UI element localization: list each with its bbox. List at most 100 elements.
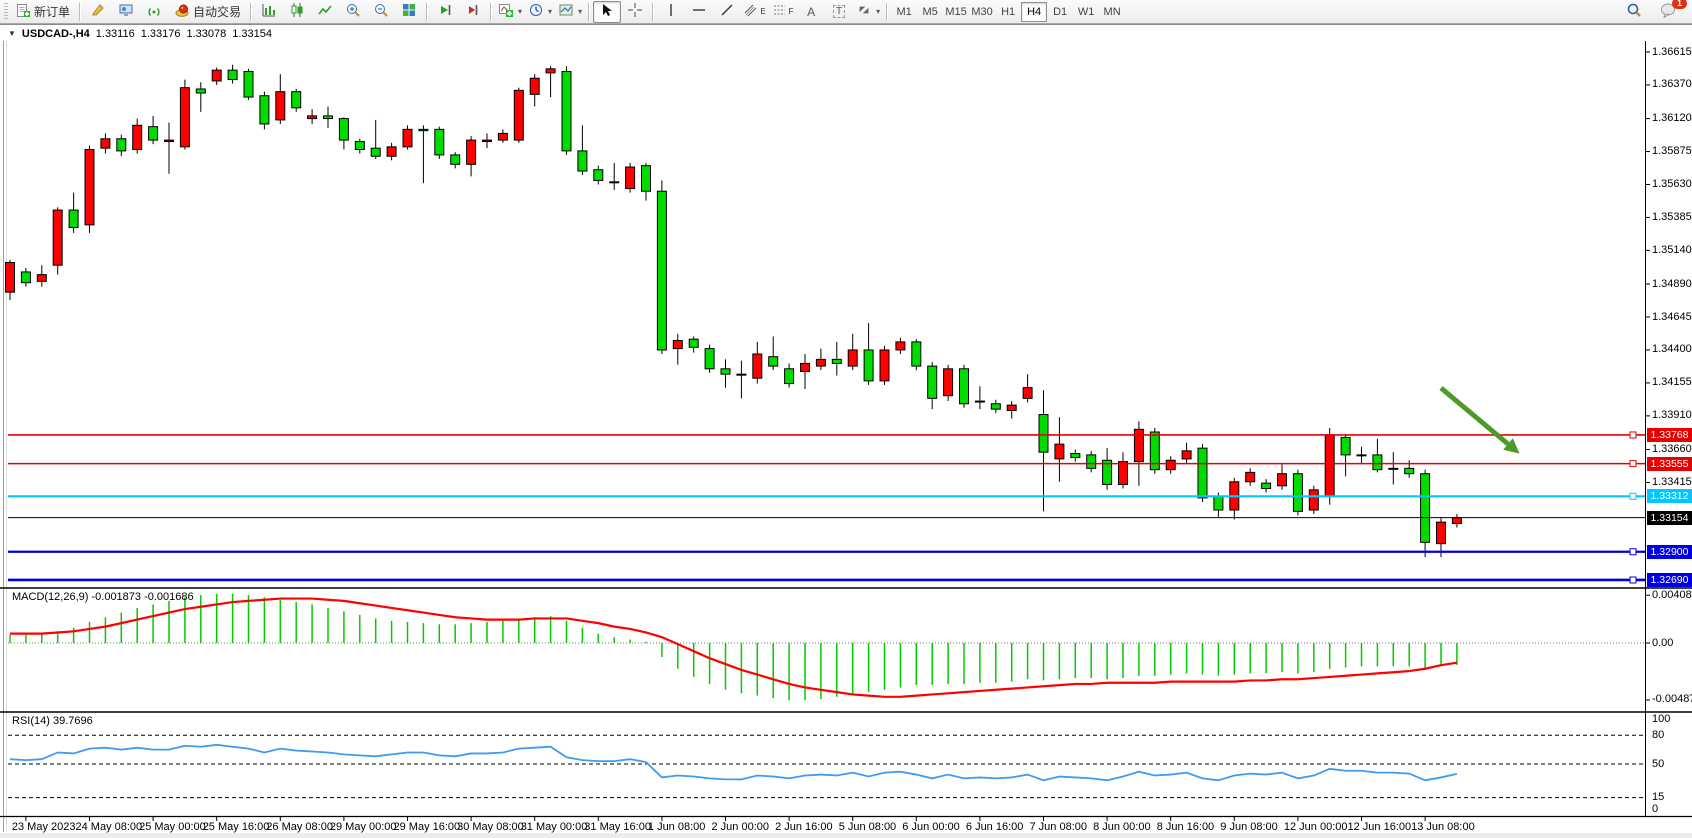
notification-badge: 1 <box>1672 0 1687 9</box>
cursor-button[interactable] <box>593 1 621 23</box>
chart-open-value: 1.33116 <box>96 28 135 40</box>
date-axis-label: 6 Jun 16:00 <box>966 821 1024 834</box>
notifications-button[interactable]: 1 <box>1654 1 1682 23</box>
channel-icon <box>744 3 757 20</box>
text-label-button[interactable]: T <box>825 1 853 23</box>
trendline-icon <box>719 2 735 21</box>
cursor-icon <box>599 2 615 21</box>
chart-high-value: 1.33176 <box>141 28 181 40</box>
chevron-down-icon: ▾ <box>548 7 552 16</box>
date-axis-label: 7 Jun 08:00 <box>1030 821 1088 834</box>
price-level-badge: 1.33768 <box>1647 428 1692 442</box>
toolbar-separator <box>588 3 590 21</box>
price-level-badge: 1.33555 <box>1647 457 1692 471</box>
price-axis-label: 1.36120 <box>1652 112 1692 125</box>
text-label-icon: T <box>833 5 845 18</box>
auto-trading-icon <box>174 2 190 21</box>
toolbar-separator <box>79 3 81 21</box>
macd-main-value: -0.001873 <box>91 591 141 603</box>
main-toolbar: 新订单 自动交易 <box>0 0 1692 24</box>
periods-button[interactable]: ▾ <box>525 1 555 23</box>
chart-low-value: 1.33078 <box>186 28 226 40</box>
timeframe-m5[interactable]: M5 <box>917 2 943 22</box>
timeframe-mn[interactable]: MN <box>1099 2 1125 22</box>
toolbar-separator <box>652 3 654 21</box>
price-axis-label: 1.34400 <box>1652 343 1692 356</box>
collapse-icon[interactable]: ▼ <box>8 29 16 38</box>
date-axis-label: 25 May 16:00 <box>203 821 270 834</box>
candlestick-chart-icon <box>289 2 305 21</box>
search-button[interactable] <box>1620 1 1648 23</box>
tile-windows-button[interactable] <box>395 1 423 23</box>
price-axis-label: 1.35875 <box>1652 145 1692 158</box>
price-axis-label: 1.34645 <box>1652 311 1692 324</box>
new-order-button[interactable]: 新订单 <box>10 1 76 23</box>
line-handle[interactable] <box>1630 577 1636 583</box>
crosshair-button[interactable] <box>621 1 649 23</box>
zoom-out-button[interactable] <box>367 1 395 23</box>
line-handle[interactable] <box>1630 461 1636 467</box>
panel-divider-macd[interactable] <box>0 585 1692 590</box>
auto-scroll-icon <box>437 2 453 21</box>
chevron-down-icon: ▾ <box>876 7 880 16</box>
line-handle[interactable] <box>1630 493 1636 499</box>
date-axis-label: 31 May 00:00 <box>521 821 588 834</box>
timeframe-m15[interactable]: M15 <box>943 2 969 22</box>
price-axis-label: 1.36615 <box>1652 46 1692 59</box>
clock-icon <box>528 2 544 21</box>
horizontal-line-button[interactable] <box>685 1 713 23</box>
indicators-button[interactable]: ▾ <box>495 1 525 23</box>
timeframe-h1[interactable]: H1 <box>995 2 1021 22</box>
timeframe-m30[interactable]: M30 <box>969 2 995 22</box>
line-handle[interactable] <box>1630 549 1636 555</box>
fibonacci-letter: F <box>789 8 794 16</box>
chart-shift-button[interactable] <box>459 1 487 23</box>
date-axis-label: 12 Jun 16:00 <box>1348 821 1412 834</box>
rsi-axis-label: 0 <box>1652 803 1658 816</box>
rsi-value: 39.7696 <box>53 715 93 727</box>
bid-price-badge: 1.33154 <box>1647 511 1692 525</box>
price-axis-label: 1.33415 <box>1652 476 1692 489</box>
chevron-down-icon: ▾ <box>578 7 582 16</box>
rsi-axis-label: 50 <box>1652 758 1664 771</box>
arrows-button[interactable]: ▾ <box>853 1 883 23</box>
vertical-line-button[interactable] <box>657 1 685 23</box>
timeframe-w1[interactable]: W1 <box>1073 2 1099 22</box>
date-axis-label: 29 May 00:00 <box>330 821 397 834</box>
fibonacci-icon <box>773 3 786 20</box>
equidistant-channel-button[interactable]: E <box>741 1 769 23</box>
timeframe-h4[interactable]: H4 <box>1021 2 1047 22</box>
trendline-button[interactable] <box>713 1 741 23</box>
bar-chart-button[interactable] <box>255 1 283 23</box>
objects-button[interactable] <box>84 1 112 23</box>
auto-trading-button[interactable]: 自动交易 <box>168 1 247 23</box>
candlestick-chart-button[interactable] <box>283 1 311 23</box>
zoom-in-button[interactable] <box>339 1 367 23</box>
date-axis-label: 24 May 08:00 <box>76 821 143 834</box>
signal-icon <box>146 2 162 21</box>
application-window: 新订单 自动交易 <box>0 0 1692 838</box>
macd-signal-value: -0.001686 <box>144 591 194 603</box>
templates-button[interactable]: ▾ <box>555 1 585 23</box>
panel-divider-rsi[interactable] <box>0 709 1692 714</box>
timeframe-d1[interactable]: D1 <box>1047 2 1073 22</box>
price-axis-label: 1.35140 <box>1652 244 1692 257</box>
price-axis-label: 1.34155 <box>1652 376 1692 389</box>
macd-axis-label: 0.00 <box>1652 637 1673 650</box>
toolbar-separator <box>426 3 428 21</box>
signals-button[interactable] <box>140 1 168 23</box>
line-chart-button[interactable] <box>311 1 339 23</box>
chart-close-value: 1.33154 <box>232 28 272 40</box>
date-axis-label: 12 Jun 00:00 <box>1284 821 1348 834</box>
date-axis-label: 1 Jun 08:00 <box>648 821 706 834</box>
date-axis-label: 6 Jun 00:00 <box>902 821 960 834</box>
price-axis-label: 1.34890 <box>1652 278 1692 291</box>
timeframe-m1[interactable]: M1 <box>891 2 917 22</box>
market-watch-button[interactable] <box>112 1 140 23</box>
line-handle[interactable] <box>1630 432 1636 438</box>
text-button[interactable]: A <box>797 1 825 23</box>
rsi-axis-label: 80 <box>1652 729 1664 742</box>
toolbar-grip[interactable] <box>4 3 8 21</box>
fibonacci-button[interactable]: F <box>769 1 797 23</box>
auto-scroll-button[interactable] <box>431 1 459 23</box>
